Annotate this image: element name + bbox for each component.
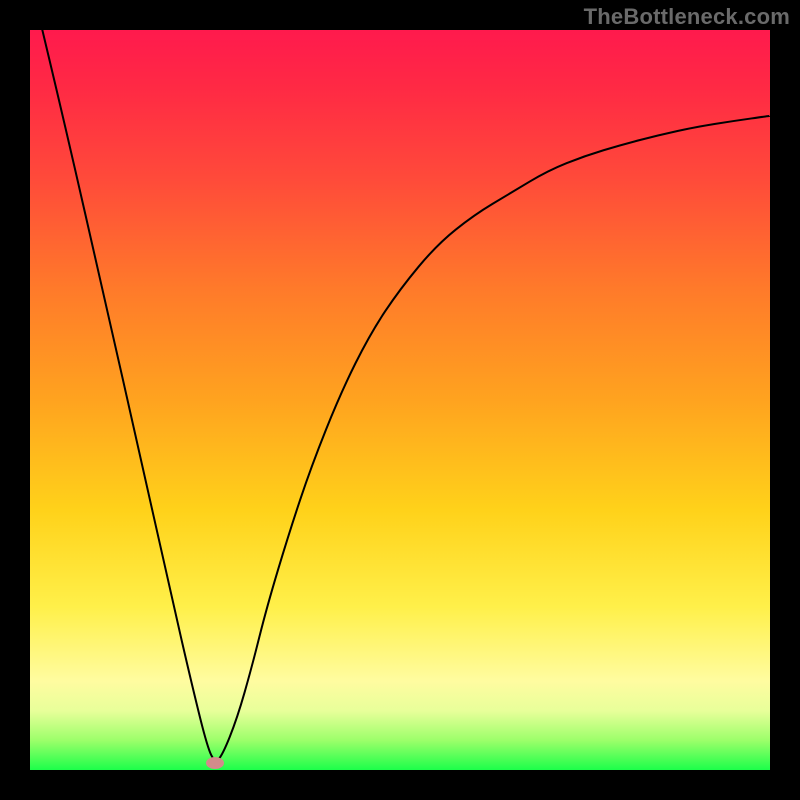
curve-minimum-marker	[206, 757, 224, 769]
plot-area	[30, 30, 770, 770]
curve-path	[30, 30, 770, 760]
watermark-text: TheBottleneck.com	[584, 4, 790, 30]
bottleneck-curve	[30, 30, 770, 770]
chart-frame: TheBottleneck.com	[0, 0, 800, 800]
